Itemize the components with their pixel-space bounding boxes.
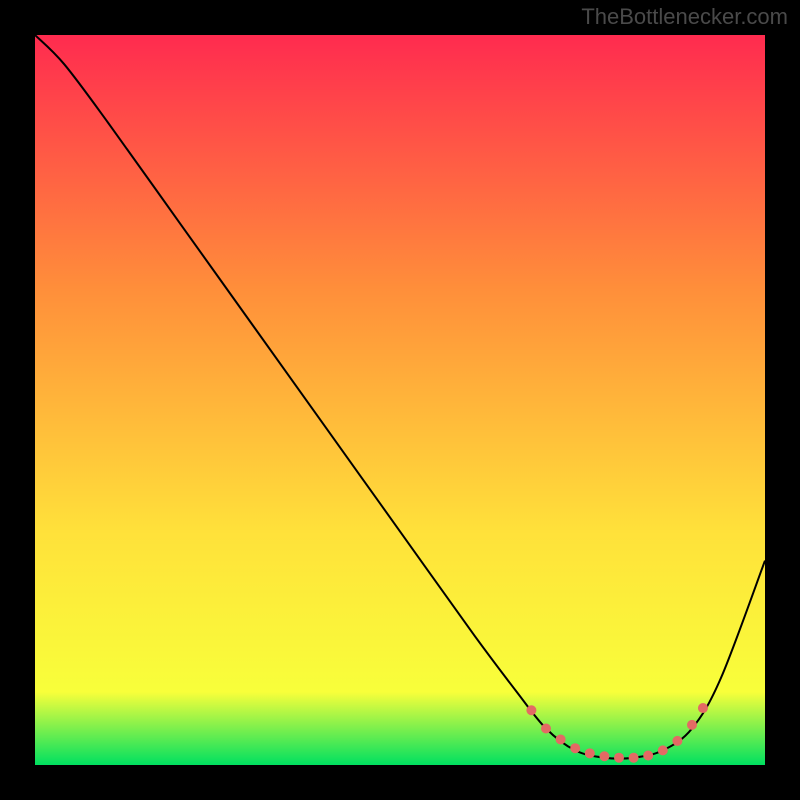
- chart-frame: TheBottlenecker.com: [0, 0, 800, 800]
- marker-dot: [585, 748, 595, 758]
- marker-dot: [698, 703, 708, 713]
- marker-dot: [526, 705, 536, 715]
- gradient-background: [35, 35, 765, 765]
- marker-dot: [570, 743, 580, 753]
- marker-dot: [599, 751, 609, 761]
- marker-dot: [658, 745, 668, 755]
- marker-dot: [687, 720, 697, 730]
- marker-dot: [643, 751, 653, 761]
- marker-dot: [541, 724, 551, 734]
- attribution-text: TheBottlenecker.com: [581, 4, 788, 30]
- marker-dot: [672, 736, 682, 746]
- bottleneck-chart: [35, 35, 765, 765]
- marker-dot: [629, 753, 639, 763]
- marker-dot: [556, 734, 566, 744]
- plot-area: [35, 35, 765, 765]
- marker-dot: [614, 753, 624, 763]
